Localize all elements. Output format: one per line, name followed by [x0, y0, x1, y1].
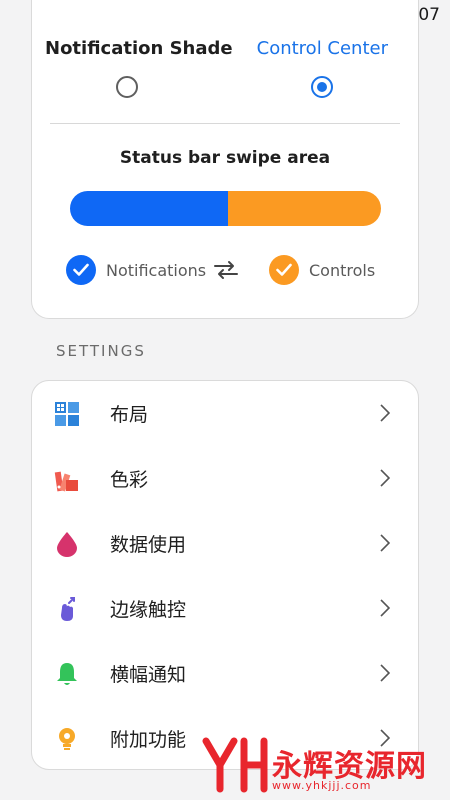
swipe-bar-notifications[interactable] — [70, 191, 253, 226]
settings-item-label: 附加功能 — [110, 729, 187, 751]
mode-card: Notification Shade Control Center Status… — [31, 0, 419, 319]
swap-icon[interactable] — [213, 260, 239, 280]
settings-item-label: 横幅通知 — [110, 664, 187, 686]
divider — [50, 123, 400, 124]
watermark-logo-icon — [202, 737, 268, 793]
settings-item-label: 边缘触控 — [110, 599, 187, 621]
settings-header: SETTINGS — [56, 342, 146, 360]
settings-item-data-usage[interactable]: 数据使用 — [32, 511, 418, 576]
swipe-bar-controls[interactable] — [228, 191, 381, 226]
color-palette-icon — [54, 471, 78, 492]
layout-grid-icon — [55, 402, 79, 426]
settings-card: 布局 色彩 数据使用 边缘触控 横幅通知 附加功能 — [31, 380, 419, 770]
watermark: 永辉资源网 www.yhkjjj.com — [200, 735, 450, 795]
bell-icon — [57, 663, 77, 685]
chevron-right-icon — [380, 469, 390, 487]
settings-item-edge-touch[interactable]: 边缘触控 — [32, 576, 418, 641]
data-drop-icon — [57, 532, 77, 557]
chevron-right-icon — [380, 599, 390, 617]
edge-touch-icon — [61, 597, 75, 621]
settings-item-label: 布局 — [110, 404, 149, 426]
chevron-right-icon — [380, 664, 390, 682]
settings-item-color[interactable]: 色彩 — [32, 446, 418, 511]
watermark-url: www.yhkjjj.com — [272, 779, 372, 792]
chevron-right-icon — [380, 534, 390, 552]
settings-item-layout[interactable]: 布局 — [32, 381, 418, 446]
notification-shade-label[interactable]: Notification Shade — [45, 38, 233, 59]
control-center-label[interactable]: Control Center — [257, 38, 388, 59]
control-center-radio[interactable] — [311, 76, 333, 98]
lightbulb-icon — [59, 728, 75, 750]
notifications-label: Notifications — [106, 261, 207, 280]
notification-shade-radio[interactable] — [116, 76, 138, 98]
chevron-right-icon — [380, 404, 390, 422]
swipe-area-title: Status bar swipe area — [119, 148, 331, 168]
controls-label: Controls — [309, 261, 376, 280]
controls-check-icon — [269, 255, 299, 285]
settings-item-label: 数据使用 — [110, 534, 187, 556]
settings-item-banner-notification[interactable]: 横幅通知 — [32, 641, 418, 706]
notifications-check-icon — [66, 255, 96, 285]
settings-item-label: 色彩 — [110, 469, 149, 491]
